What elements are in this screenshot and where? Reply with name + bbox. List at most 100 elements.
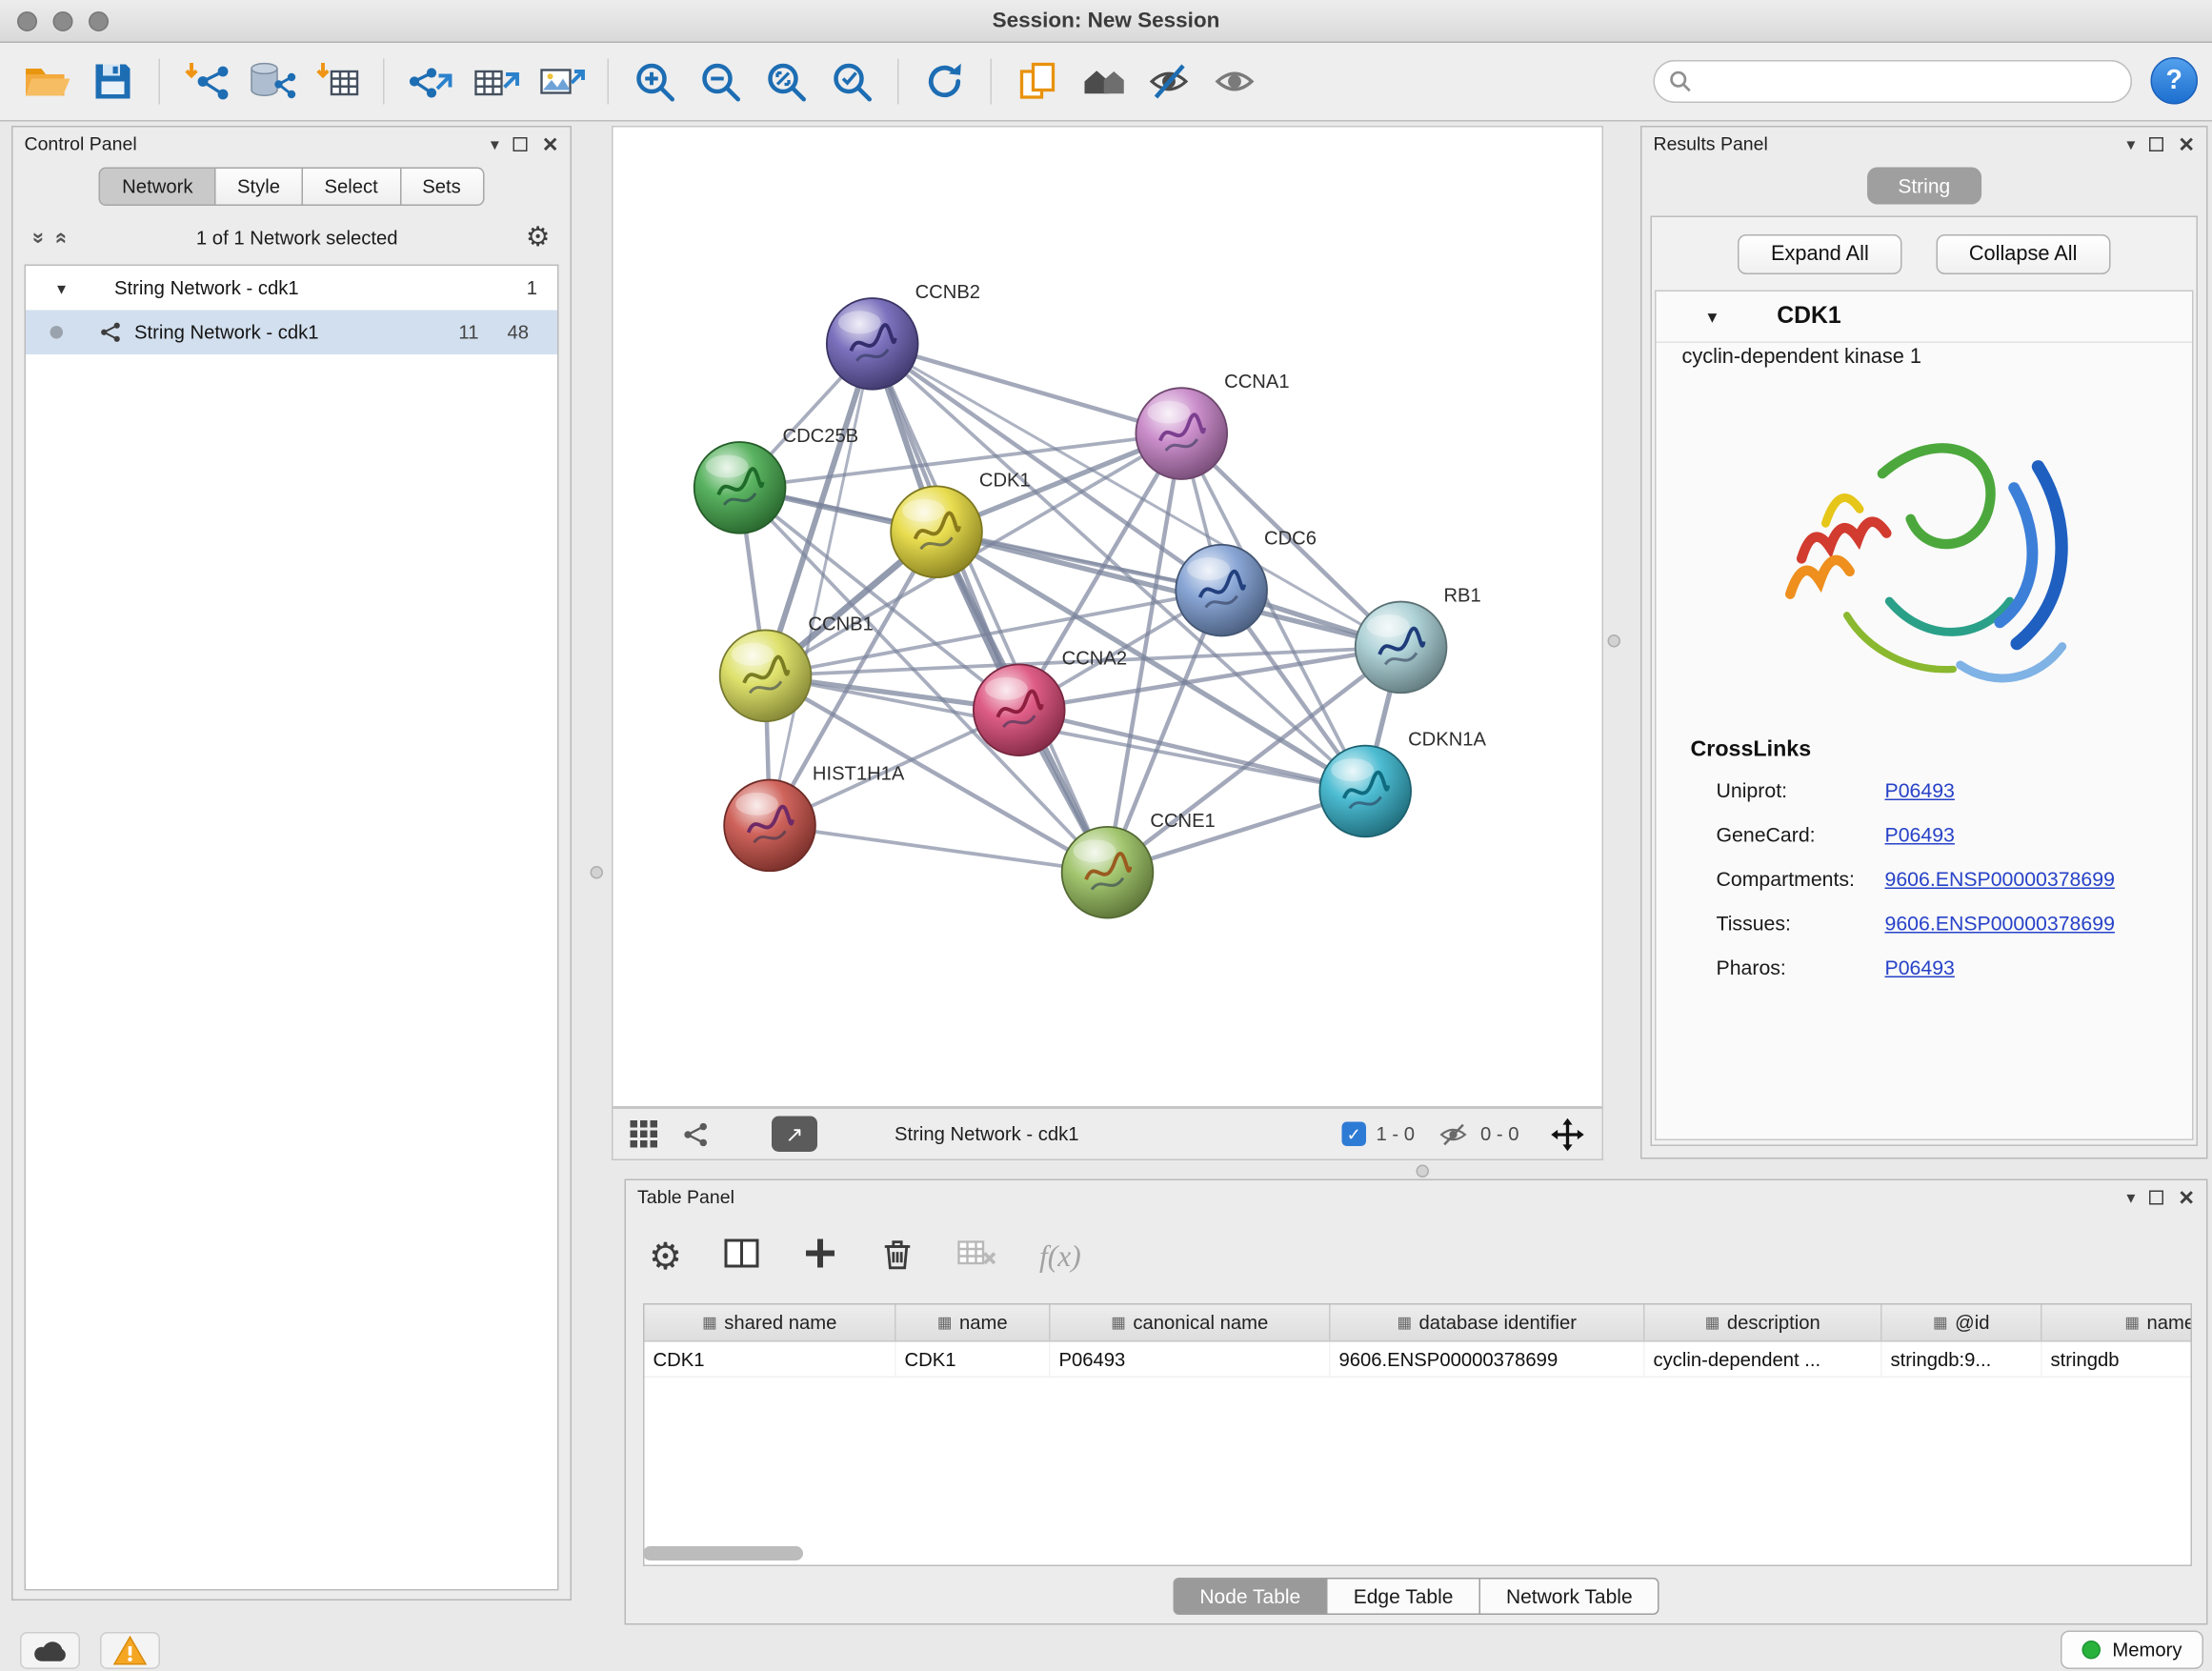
node-HIST1H1A[interactable]: HIST1H1A xyxy=(724,764,905,872)
tab-style[interactable]: Style xyxy=(214,168,303,207)
collapse-all-networks-icon[interactable]: » xyxy=(27,232,51,244)
expand-all-button[interactable]: Expand All xyxy=(1739,234,1902,274)
cell-canonical-name[interactable]: P06493 xyxy=(1051,1342,1331,1377)
column-header[interactable]: ▦description xyxy=(1645,1305,1882,1341)
import-network-from-database-button[interactable] xyxy=(239,50,305,113)
node-CDK1[interactable]: CDK1 xyxy=(891,470,1031,577)
tab-network[interactable]: Network xyxy=(99,168,215,207)
column-header[interactable]: ▦database identifier xyxy=(1331,1305,1645,1341)
cell-namespace[interactable]: stringdb xyxy=(2042,1342,2193,1377)
zoom-fit-button[interactable] xyxy=(754,50,819,113)
warnings-button[interactable] xyxy=(100,1632,160,1669)
close-window-button[interactable] xyxy=(17,11,37,31)
export-network-button[interactable] xyxy=(397,50,463,113)
left-splitter-handle[interactable] xyxy=(591,866,604,879)
panel-close-icon[interactable]: ✕ xyxy=(2178,133,2195,153)
title-bar[interactable]: Session: New Session xyxy=(0,0,2212,43)
tab-node-table[interactable]: Node Table xyxy=(1173,1578,1328,1615)
pharos-link[interactable]: P06493 xyxy=(1885,956,1955,979)
column-header[interactable]: ▦shared name xyxy=(645,1305,896,1341)
edge-CCNB2-CCNA1[interactable] xyxy=(873,344,1182,433)
node-RB1[interactable]: RB1 xyxy=(1356,586,1481,694)
expand-all-networks-icon[interactable]: « xyxy=(50,232,75,244)
save-session-button[interactable] xyxy=(80,50,146,113)
show-columns-icon[interactable] xyxy=(722,1234,762,1278)
show-all-button[interactable] xyxy=(1202,50,1268,113)
compartments-link[interactable]: 9606.ENSP00000378699 xyxy=(1885,868,2115,891)
node-CCNB1[interactable]: CCNB1 xyxy=(720,614,874,721)
right-splitter-handle[interactable] xyxy=(1608,634,1621,648)
edge-CCNB2-CCNE1[interactable] xyxy=(873,344,1108,873)
panel-close-icon[interactable]: ✕ xyxy=(542,133,559,153)
column-header[interactable]: ▦namespace xyxy=(2042,1305,2193,1341)
node-CDKN1A[interactable]: CDKN1A xyxy=(1319,730,1486,837)
duplicate-window-button[interactable] xyxy=(1005,50,1071,113)
cell-database-identifier[interactable]: 9606.ENSP00000378699 xyxy=(1331,1342,1645,1377)
zoom-window-button[interactable] xyxy=(89,11,109,31)
export-image-button[interactable] xyxy=(529,50,594,113)
pan-crosshair-icon[interactable] xyxy=(1551,1117,1585,1151)
panel-menu-icon[interactable]: ▾ xyxy=(491,135,499,152)
table-settings-gear-icon[interactable]: ⚙ xyxy=(649,1238,682,1275)
panel-menu-icon[interactable]: ▾ xyxy=(2126,135,2135,152)
search-field[interactable] xyxy=(1654,60,2133,103)
tissues-link[interactable]: 9606.ENSP00000378699 xyxy=(1885,913,2115,936)
detach-view-button[interactable]: ↗ xyxy=(772,1117,817,1153)
zoom-out-button[interactable] xyxy=(688,50,754,113)
cell-id[interactable]: stringdb:9... xyxy=(1882,1342,2042,1377)
node-table[interactable]: ▦shared name ▦name ▦canonical name ▦data… xyxy=(643,1303,2192,1566)
network-view-icon[interactable] xyxy=(683,1121,709,1147)
table-row[interactable]: CDK1 CDK1 P06493 9606.ENSP00000378699 cy… xyxy=(645,1342,2193,1379)
tab-edge-table[interactable]: Edge Table xyxy=(1326,1578,1480,1615)
export-table-button[interactable] xyxy=(463,50,529,113)
network-options-gear-icon[interactable]: ⚙ xyxy=(526,224,551,252)
tab-select[interactable]: Select xyxy=(301,168,400,207)
panel-float-icon[interactable] xyxy=(2149,136,2163,151)
cloud-status-button[interactable] xyxy=(20,1632,80,1669)
results-tab-string[interactable]: String xyxy=(1866,168,1981,205)
collection-expand-triangle-icon[interactable]: ▾ xyxy=(57,278,66,298)
panel-float-icon[interactable] xyxy=(513,136,528,151)
network-canvas[interactable]: CCNB2CCNA1CDC25BCDK1CDC6RB1CCNB1CCNA2CDK… xyxy=(612,126,1603,1108)
hide-selected-button[interactable] xyxy=(1136,50,1202,113)
column-header[interactable]: ▦canonical name xyxy=(1051,1305,1331,1341)
panel-menu-icon[interactable]: ▾ xyxy=(2126,1188,2135,1205)
edge-HIST1H1A-CCNE1[interactable] xyxy=(770,825,1107,872)
scrollbar-thumb[interactable] xyxy=(643,1546,803,1560)
horizontal-splitter-handle[interactable] xyxy=(1417,1165,1430,1178)
help-button[interactable]: ? xyxy=(2151,57,2199,105)
uniprot-link[interactable]: P06493 xyxy=(1885,779,1955,802)
genecard-link[interactable]: P06493 xyxy=(1885,824,1955,847)
tab-network-table[interactable]: Network Table xyxy=(1478,1578,1659,1615)
panel-close-icon[interactable]: ✕ xyxy=(2178,1187,2195,1207)
tab-sets[interactable]: Sets xyxy=(399,168,484,207)
open-session-button[interactable] xyxy=(14,50,80,113)
cell-name[interactable]: CDK1 xyxy=(896,1342,1051,1377)
memory-button[interactable]: Memory xyxy=(2061,1631,2203,1670)
cell-shared-name[interactable]: CDK1 xyxy=(645,1342,896,1377)
import-table-from-file-button[interactable] xyxy=(305,50,371,113)
node-CCNB2[interactable]: CCNB2 xyxy=(827,282,980,390)
node-CCNA1[interactable]: CCNA1 xyxy=(1136,372,1289,479)
gene-collapse-triangle-icon[interactable]: ▾ xyxy=(1708,305,1718,328)
zoom-in-button[interactable] xyxy=(622,50,688,113)
column-header[interactable]: ▦name xyxy=(896,1305,1051,1341)
add-column-icon[interactable] xyxy=(802,1234,839,1278)
column-header[interactable]: ▦@id xyxy=(1882,1305,2042,1341)
network-row[interactable]: String Network - cdk1 11 48 xyxy=(26,311,557,355)
cell-description[interactable]: cyclin-dependent ... xyxy=(1645,1342,1882,1377)
minimize-window-button[interactable] xyxy=(53,11,73,31)
zoom-selected-button[interactable] xyxy=(819,50,885,113)
collapse-all-button[interactable]: Collapse All xyxy=(1936,234,2110,274)
search-input[interactable] xyxy=(1700,70,2117,93)
edge-HIST1H1A-CCNB2[interactable] xyxy=(770,344,873,826)
table-horizontal-scrollbar[interactable] xyxy=(643,1545,2192,1562)
home-button[interactable] xyxy=(1071,50,1136,113)
delete-column-trash-icon[interactable] xyxy=(879,1234,916,1278)
grid-view-icon[interactable] xyxy=(631,1120,658,1148)
apply-layout-button[interactable] xyxy=(912,50,977,113)
gene-section-header[interactable]: ▾ CDK1 xyxy=(1657,292,2193,343)
import-network-from-file-button[interactable] xyxy=(173,50,239,113)
network-collection-row[interactable]: ▾ String Network - cdk1 1 xyxy=(26,266,557,311)
network-graph[interactable]: CCNB2CCNA1CDC25BCDK1CDC6RB1CCNB1CCNA2CDK… xyxy=(613,128,1602,1107)
